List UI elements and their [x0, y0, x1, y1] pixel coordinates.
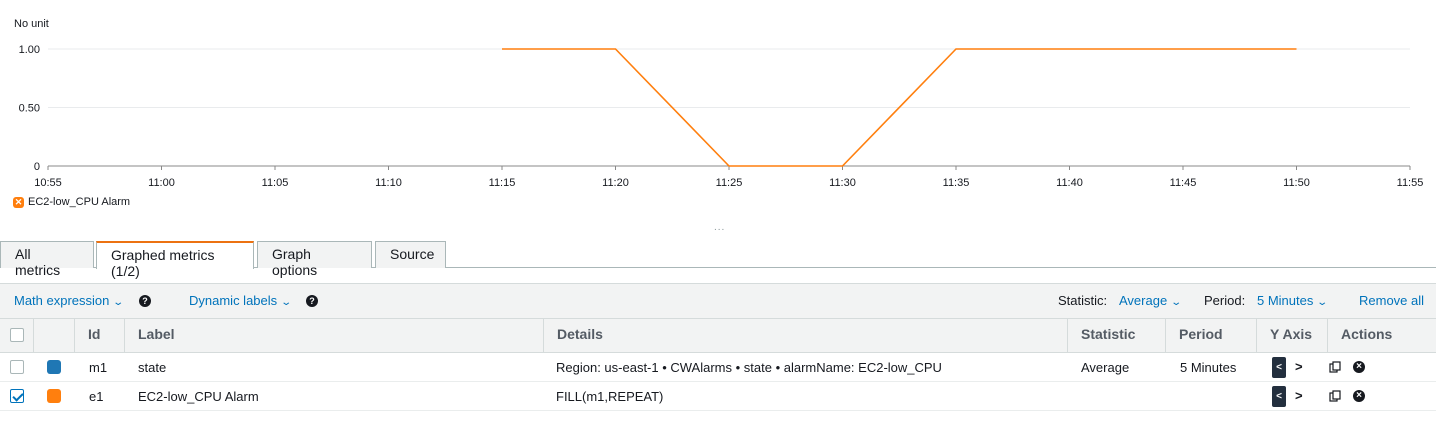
row-label[interactable]: state	[138, 360, 166, 375]
y-tick-label: 0	[34, 161, 40, 173]
x-tick-label: 11:00	[148, 177, 175, 189]
metric-graph: No unit 0 0.50 1.00 10:55 11:00 11:05 11:10 11:…	[0, 0, 1436, 233]
x-tick-label: 11:20	[602, 177, 629, 189]
x-tick-label: 11:10	[375, 177, 402, 189]
table-row: e1 EC2-low_CPU Alarm FILL(m1,REPEAT) < >…	[0, 382, 1436, 411]
line-chart: 0 0.50 1.00 10:55 11:00 11:05 11:10 11:15 11:20 1…	[19, 44, 1424, 189]
row-checkbox[interactable]	[10, 360, 24, 374]
y-axis-left-button[interactable]: <	[1272, 357, 1286, 378]
period-value: 5 Minutes	[1257, 293, 1314, 308]
chevron-down-icon: ⌄	[1170, 297, 1183, 308]
duplicate-icon[interactable]	[1329, 361, 1341, 373]
help-icon[interactable]: ?	[306, 295, 318, 307]
row-statistic[interactable]: Average	[1081, 360, 1129, 375]
y-axis-right-button[interactable]: >	[1295, 359, 1303, 374]
header-period[interactable]: Period	[1166, 319, 1257, 353]
row-details[interactable]: Region: us-east-1 • CWAlarms • state • a…	[556, 360, 942, 375]
remove-icon[interactable]: ×	[1353, 390, 1365, 402]
metrics-toolbar: Math expression ⌄ ? Dynamic labels ⌄ ? Sta…	[0, 283, 1436, 319]
x-tick-label: 11:45	[1170, 177, 1197, 189]
y-tick-label: 1.00	[19, 44, 40, 56]
period-label: Period:	[1204, 293, 1246, 308]
x-tick-label: 11:05	[262, 177, 289, 189]
dynamic-labels-dropdown[interactable]: Dynamic labels ⌄	[189, 293, 293, 308]
x-tick-label: 10:55	[34, 177, 62, 189]
period-dropdown[interactable]: 5 Minutes ⌄	[1257, 293, 1329, 308]
header-statistic[interactable]: Statistic	[1068, 319, 1166, 353]
chart-legend[interactable]: ✕ EC2-low_CPU Alarm	[13, 196, 130, 208]
header-select-all	[0, 319, 34, 353]
row-period[interactable]: 5 Minutes	[1180, 360, 1236, 375]
y-axis-right-button[interactable]: >	[1295, 388, 1303, 403]
duplicate-icon[interactable]	[1329, 390, 1341, 402]
math-expression-label: Math expression	[14, 293, 110, 308]
x-tick-label: 11:15	[489, 177, 516, 189]
x-tick-label: 11:40	[1056, 177, 1083, 189]
statistic-dropdown[interactable]: Average ⌄	[1119, 293, 1183, 308]
help-icon[interactable]: ?	[139, 295, 151, 307]
chevron-down-icon: ⌄	[1316, 297, 1329, 308]
header-color	[34, 319, 75, 353]
x-tick-label: 11:50	[1283, 177, 1310, 189]
row-details[interactable]: FILL(m1,REPEAT)	[556, 389, 663, 404]
y-axis-left-button[interactable]: <	[1272, 386, 1286, 407]
chevron-down-icon: ⌄	[280, 297, 293, 308]
x-tick-label: 11:25	[716, 177, 743, 189]
tab-graph-options[interactable]: Graph options	[257, 241, 372, 278]
tab-source[interactable]: Source	[375, 241, 446, 268]
row-id[interactable]: m1	[89, 360, 107, 375]
header-y-axis[interactable]: Y Axis	[1257, 319, 1328, 353]
table-row: m1 state Region: us-east-1 • CWAlarms • …	[0, 353, 1436, 382]
series-color-swatch[interactable]	[47, 389, 61, 403]
select-all-checkbox[interactable]	[10, 328, 24, 342]
row-id[interactable]: e1	[89, 389, 103, 404]
row-label[interactable]: EC2-low_CPU Alarm	[138, 389, 259, 404]
legend-label: EC2-low_CPU Alarm	[28, 196, 131, 208]
x-tick-label: 11:55	[1397, 177, 1424, 189]
header-actions: Actions	[1328, 319, 1436, 353]
series-color-swatch[interactable]	[47, 360, 61, 374]
math-expression-dropdown[interactable]: Math expression ⌄	[14, 293, 125, 308]
y-tick-label: 0.50	[19, 103, 40, 115]
resize-handle[interactable]: ...	[714, 222, 725, 233]
remove-all-link[interactable]: Remove all	[1359, 293, 1424, 308]
graph-tabs: All metrics Graphed metrics (1/2) Graph …	[0, 241, 1436, 279]
x-tick-label: 11:30	[829, 177, 856, 189]
tab-all-metrics[interactable]: All metrics	[0, 241, 94, 278]
remove-icon[interactable]: ×	[1353, 361, 1365, 373]
header-label[interactable]: Label	[125, 319, 544, 353]
statistic-value: Average	[1119, 293, 1168, 308]
x-mark-icon: ✕	[13, 196, 24, 208]
row-checkbox[interactable]	[10, 389, 24, 403]
x-tick-label: 11:35	[943, 177, 970, 189]
chevron-down-icon: ⌄	[112, 297, 125, 308]
statistic-label: Statistic:	[1058, 293, 1108, 308]
tab-graphed-metrics[interactable]: Graphed metrics (1/2)	[96, 241, 254, 279]
header-id[interactable]: Id	[75, 319, 125, 353]
dynamic-labels-label: Dynamic labels	[189, 293, 278, 308]
header-details[interactable]: Details	[544, 319, 1068, 353]
